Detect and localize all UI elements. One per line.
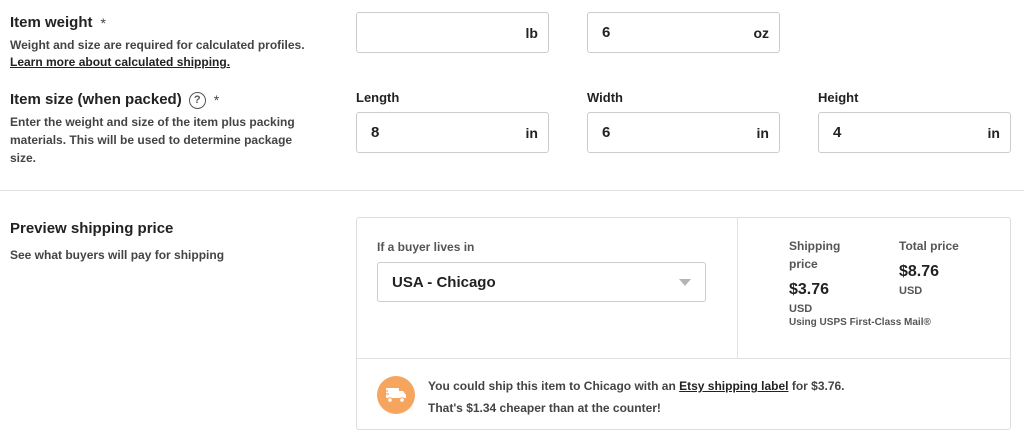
- preview-vertical-divider: [737, 218, 738, 358]
- item-weight-description: Weight and size are required for calcula…: [10, 38, 305, 52]
- notice-line-2: That's $1.34 cheaper than at the counter…: [428, 401, 661, 415]
- total-price-currency: USD: [899, 285, 923, 297]
- weight-lb-field[interactable]: lb: [356, 12, 549, 53]
- preview-section-label: Preview shipping price See what buyers w…: [10, 220, 224, 264]
- notice-line-1-suffix: for $3.76.: [788, 379, 845, 393]
- width-label: Width: [587, 90, 623, 105]
- notice-line-1: You could ship this item to Chicago with…: [428, 375, 845, 397]
- buyer-location-select[interactable]: USA - Chicago: [377, 262, 706, 302]
- lb-unit: lb: [525, 24, 538, 41]
- item-weight-title: Item weight *: [10, 14, 305, 32]
- required-mark: *: [213, 92, 220, 108]
- item-size-description-1: Enter the weight and size of the item pl…: [10, 115, 295, 129]
- oz-unit: oz: [753, 24, 769, 41]
- delivery-truck-icon: [377, 376, 415, 414]
- total-price-value: $8.76: [899, 263, 940, 280]
- shipping-service-note: Using USPS First-Class Mail®: [789, 317, 931, 328]
- item-size-description-2: materials. This will be used to determin…: [10, 133, 293, 147]
- item-size-section: Item size (when packed) ? * Enter the we…: [10, 91, 295, 167]
- length-input[interactable]: [371, 124, 520, 141]
- item-size-title-text: Item size (when packed): [10, 91, 182, 108]
- length-unit: in: [525, 124, 538, 141]
- preview-subtitle: See what buyers will pay for shipping: [10, 248, 225, 262]
- shipping-price-currency: USD: [789, 303, 813, 315]
- total-price-label: Total price: [899, 239, 959, 253]
- width-field[interactable]: in: [587, 112, 780, 153]
- preview-horizontal-divider: [357, 358, 1010, 359]
- item-size-description-3: size.: [10, 151, 37, 165]
- width-unit: in: [756, 124, 769, 141]
- buyer-location-value: USA - Chicago: [392, 273, 496, 291]
- preview-panel: If a buyer lives in USA - Chicago Shippi…: [356, 217, 1011, 430]
- height-unit: in: [987, 124, 1000, 141]
- required-mark: *: [100, 15, 106, 31]
- shipping-label-notice: You could ship this item to Chicago with…: [428, 375, 845, 419]
- height-label: Height: [818, 90, 859, 105]
- question-circle-icon[interactable]: ?: [188, 91, 206, 109]
- notice-line-1-prefix: You could ship this item to Chicago with…: [428, 379, 680, 393]
- etsy-shipping-label-link[interactable]: Etsy shipping label: [679, 379, 788, 393]
- learn-more-link[interactable]: Learn more about calculated shipping.: [10, 54, 305, 70]
- section-divider: [0, 190, 1024, 191]
- item-weight-section: Item weight * Weight and size are requir…: [10, 14, 305, 70]
- height-input[interactable]: [833, 124, 982, 141]
- item-weight-title-text: Item weight: [10, 14, 93, 31]
- item-size-title: Item size (when packed) ? *: [10, 91, 295, 109]
- height-field[interactable]: in: [818, 112, 1011, 153]
- caret-down-icon: [679, 278, 691, 286]
- weight-oz-input[interactable]: [602, 24, 748, 41]
- weight-oz-field[interactable]: oz: [587, 12, 780, 53]
- length-field[interactable]: in: [356, 112, 549, 153]
- length-label: Length: [356, 90, 400, 105]
- preview-title: Preview shipping price: [10, 220, 174, 237]
- weight-lb-input[interactable]: [371, 24, 520, 41]
- total-price-block: Total price $8.76 USD: [899, 237, 959, 297]
- width-input[interactable]: [602, 124, 751, 141]
- buyer-location-label: If a buyer lives in: [377, 240, 475, 254]
